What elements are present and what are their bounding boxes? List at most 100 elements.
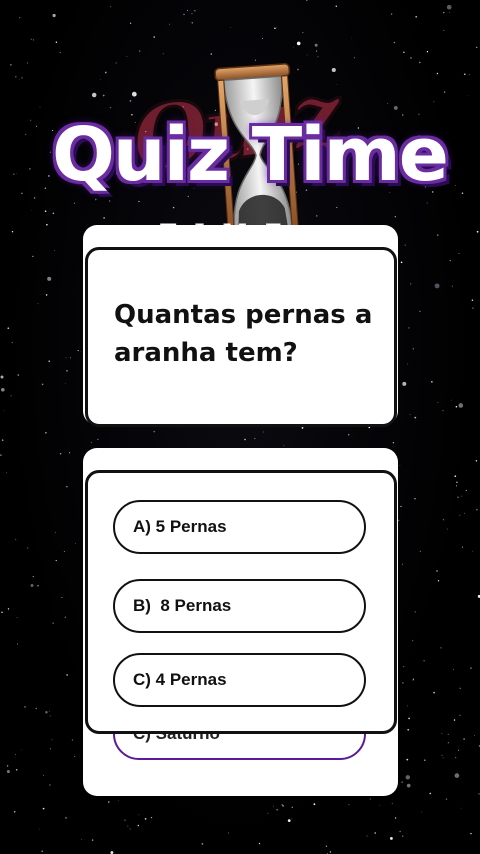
star <box>54 250 55 251</box>
star <box>394 817 397 819</box>
star <box>0 454 2 456</box>
star <box>15 539 17 541</box>
star <box>153 430 156 433</box>
star <box>30 38 32 40</box>
star <box>3 410 5 411</box>
star <box>273 805 274 807</box>
star <box>455 485 458 487</box>
star <box>306 0 308 1</box>
star <box>392 442 395 444</box>
option-b-label: B) 8 Pernas <box>133 596 232 615</box>
star <box>410 283 412 285</box>
star <box>77 349 79 352</box>
star <box>459 687 461 689</box>
star <box>6 765 9 767</box>
star <box>302 31 304 34</box>
star <box>194 10 196 12</box>
star <box>6 472 7 474</box>
star <box>16 643 18 645</box>
star <box>0 375 4 379</box>
star <box>138 814 140 816</box>
star <box>314 43 318 47</box>
star <box>127 825 129 827</box>
star <box>6 769 10 774</box>
star <box>407 705 408 707</box>
star <box>461 495 463 497</box>
star <box>401 563 403 565</box>
star <box>460 807 462 809</box>
star <box>442 757 444 759</box>
star <box>405 775 411 780</box>
star <box>406 758 409 761</box>
star <box>69 452 71 454</box>
star <box>391 803 393 805</box>
star <box>415 15 418 18</box>
star <box>267 812 269 814</box>
star <box>228 832 229 834</box>
star <box>437 402 439 403</box>
star <box>348 434 350 436</box>
star <box>449 11 450 13</box>
star <box>281 804 283 806</box>
star <box>442 518 445 521</box>
star <box>90 442 92 444</box>
star <box>66 370 68 372</box>
star <box>42 807 45 810</box>
star <box>447 742 449 744</box>
star <box>11 341 13 343</box>
option-b-button[interactable]: B) 8 Pernas <box>113 579 366 633</box>
star <box>397 519 400 522</box>
star <box>129 828 131 830</box>
star <box>183 13 185 16</box>
star <box>35 707 37 710</box>
star <box>379 805 381 806</box>
star <box>476 508 478 511</box>
star <box>459 714 461 716</box>
star <box>110 6 112 8</box>
star <box>81 839 82 841</box>
star <box>399 830 401 833</box>
star <box>451 285 453 287</box>
star <box>453 719 456 721</box>
star <box>412 679 414 681</box>
star <box>456 481 458 483</box>
star <box>191 21 194 24</box>
star <box>32 255 34 257</box>
star <box>459 514 461 516</box>
star <box>433 691 435 694</box>
star <box>274 27 276 30</box>
star <box>366 835 368 837</box>
star <box>414 416 417 419</box>
star <box>15 769 18 771</box>
star <box>38 828 40 830</box>
option-c-label: C) 4 Pernas <box>133 670 227 689</box>
star <box>61 596 63 598</box>
star <box>478 793 480 795</box>
star <box>429 792 432 795</box>
star <box>48 360 50 362</box>
star <box>49 748 52 750</box>
star <box>30 583 34 588</box>
star <box>470 832 472 835</box>
star <box>32 39 34 41</box>
star <box>393 41 396 44</box>
star <box>374 832 377 834</box>
star <box>48 710 50 712</box>
star <box>1 611 3 614</box>
star <box>27 547 29 549</box>
star <box>282 805 284 807</box>
star <box>64 616 66 618</box>
star <box>66 674 68 676</box>
star <box>7 327 10 330</box>
star <box>412 348 415 350</box>
star <box>402 682 404 684</box>
star <box>301 427 304 429</box>
star <box>420 811 422 813</box>
star <box>455 405 458 408</box>
option-a-button[interactable]: A) 5 Pernas <box>113 500 366 554</box>
star <box>403 666 405 668</box>
star <box>458 403 464 408</box>
star <box>446 528 448 530</box>
star <box>472 307 474 309</box>
option-c-button[interactable]: C) 4 Pernas <box>113 653 366 707</box>
